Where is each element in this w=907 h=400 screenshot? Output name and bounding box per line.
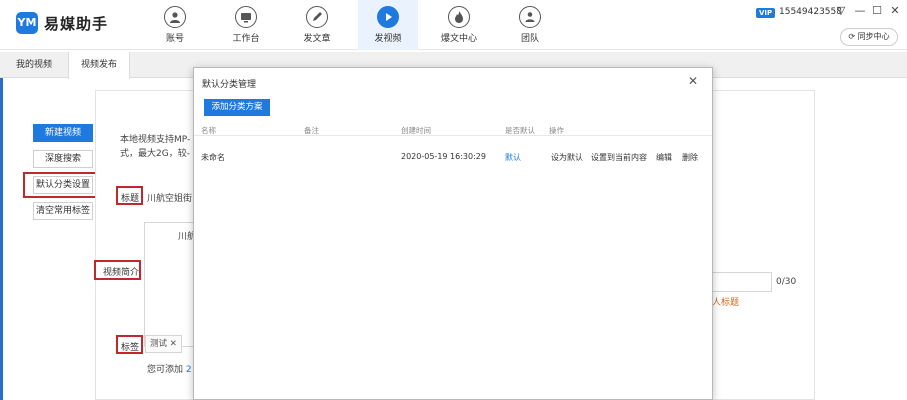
delete-link[interactable]: 删除	[682, 152, 698, 163]
tag-chip-label: 测试	[150, 339, 168, 349]
apply-to-current-link[interactable]: 设置到当前内容	[591, 152, 647, 163]
account-number[interactable]: 15549423558	[779, 7, 842, 17]
column-note: 备注	[304, 126, 319, 135]
team-icon	[519, 6, 541, 28]
tag-hint-number: 2	[185, 365, 192, 375]
deep-search-button[interactable]: 深度搜索	[33, 150, 93, 168]
right-fragment: 人标题	[712, 298, 740, 308]
nav-account-label: 账号	[165, 34, 184, 44]
intro-line-2: 式，最大2G，较-	[120, 149, 190, 159]
highlight-description	[94, 260, 141, 280]
column-default: 是否默认	[505, 126, 535, 135]
row-default-badge: 默认	[505, 153, 521, 162]
minimize-icon[interactable]: —	[853, 4, 867, 18]
desk-icon	[235, 6, 257, 28]
tag-chip[interactable]: 测试 ✕	[145, 335, 182, 353]
column-name: 名称	[201, 126, 216, 135]
row-name: 未命名	[201, 153, 225, 162]
new-video-button[interactable]: 新建视频	[33, 124, 93, 142]
right-input[interactable]	[712, 272, 772, 292]
nav-hot-label: 爆文中心	[440, 34, 477, 44]
nav-video-label: 发视频	[374, 34, 402, 44]
table-header: 名称 备注 创建时间 是否默认 操作	[194, 120, 712, 136]
tab-video-publish[interactable]: 视频发布	[68, 52, 131, 79]
vip-badge: VIP	[756, 8, 776, 18]
edit-link[interactable]: 编辑	[656, 152, 672, 163]
sync-center-label: 同步中心	[857, 32, 890, 41]
set-default-link[interactable]: 设为默认	[551, 152, 583, 163]
column-actions: 操作	[549, 126, 564, 135]
title-value[interactable]: 川航空姐街	[147, 191, 192, 204]
nav-article[interactable]: 发文章	[287, 0, 347, 50]
user-icon	[164, 6, 186, 28]
play-icon	[377, 6, 399, 28]
nav-workbench[interactable]: 工作台	[216, 0, 276, 50]
column-created: 创建时间	[401, 126, 431, 135]
pen-icon	[306, 6, 328, 28]
nav-video[interactable]: 发视频	[358, 0, 418, 50]
tab-my-videos[interactable]: 我的视频	[4, 52, 64, 78]
highlight-default-category	[23, 172, 99, 198]
sync-icon: ⟳	[848, 32, 856, 41]
tag-hint-text: 您可添加	[147, 365, 184, 375]
top-bar: YM 易媒助手 账号 工作台 发文章 发视频 爆文中心 团队 VIP 15549…	[0, 0, 907, 50]
sync-center-button[interactable]: ⟳ 同步中心	[840, 28, 898, 46]
left-accent-strip	[0, 78, 3, 400]
char-counter: 0/30	[776, 277, 797, 287]
nav-team[interactable]: 团队	[500, 0, 560, 50]
nav-article-label: 发文章	[303, 34, 331, 44]
maximize-icon[interactable]: ☐	[870, 4, 884, 18]
nav-team-label: 团队	[520, 34, 539, 44]
nav-account[interactable]: 账号	[145, 0, 205, 50]
default-category-dialog: 默认分类管理 ✕ 添加分类方案 名称 备注 创建时间 是否默认 操作 未命名 2…	[193, 67, 713, 400]
highlight-tags	[116, 335, 143, 354]
app-logo: YM	[16, 12, 38, 34]
add-category-scheme-button[interactable]: 添加分类方案	[204, 99, 270, 116]
menu-dropdown-icon[interactable]: ▽	[834, 4, 848, 18]
highlight-title	[116, 186, 143, 205]
fire-icon	[448, 6, 470, 28]
close-icon[interactable]: ✕	[686, 74, 700, 88]
dialog-title: 默认分类管理	[202, 80, 257, 90]
tag-hint: 您可添加 2	[147, 362, 192, 375]
close-window-icon[interactable]: ✕	[888, 4, 902, 18]
nav-workbench-label: 工作台	[232, 34, 260, 44]
tag-remove-icon[interactable]: ✕	[170, 339, 177, 349]
nav-hot[interactable]: 爆文中心	[429, 0, 489, 50]
clear-tags-button[interactable]: 清空常用标签	[33, 202, 93, 220]
table-row: 未命名 2020-05-19 16:30:29 默认 设为默认 设置到当前内容 …	[194, 148, 712, 166]
row-created: 2020-05-19 16:30:29	[401, 152, 486, 161]
app-name: 易媒助手	[44, 15, 109, 33]
intro-line-1: 本地视频支持MP-	[120, 135, 191, 145]
